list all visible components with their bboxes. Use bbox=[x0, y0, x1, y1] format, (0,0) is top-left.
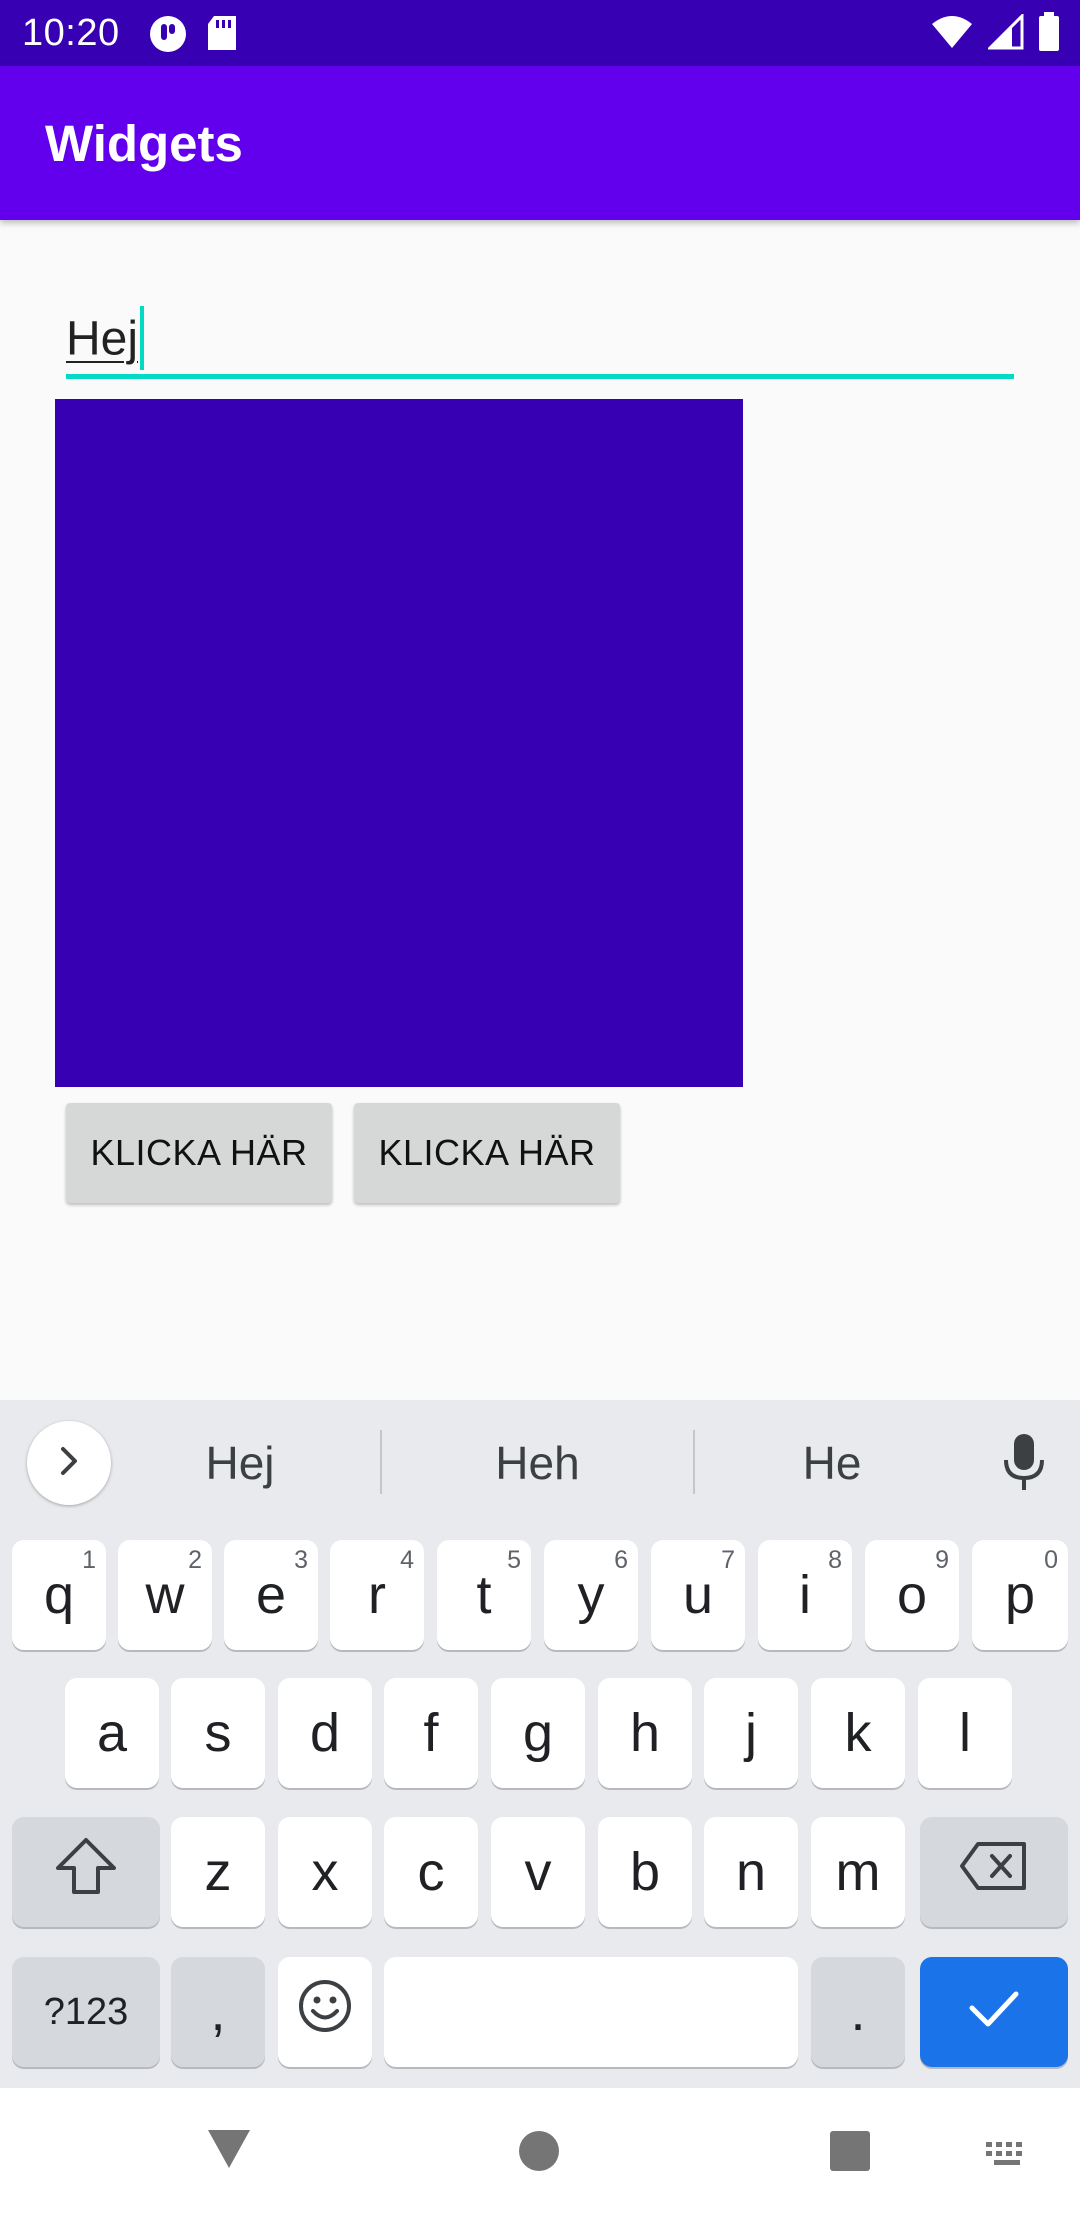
key-label: q bbox=[43, 1565, 75, 1625]
key-hint: 4 bbox=[400, 1546, 414, 1574]
text-input-underline bbox=[66, 374, 1014, 379]
key-c[interactable]: c bbox=[384, 1817, 478, 1927]
key-x[interactable]: x bbox=[278, 1817, 372, 1927]
key-hint: 2 bbox=[188, 1546, 202, 1574]
key-label: w bbox=[145, 1565, 185, 1625]
symbols-key[interactable]: ?123 bbox=[12, 1957, 160, 2067]
key-o[interactable]: o9 bbox=[865, 1540, 959, 1650]
key-z[interactable]: z bbox=[171, 1817, 265, 1927]
app-bar: Widgets bbox=[0, 66, 1080, 220]
click-here-button-1[interactable]: KLICKA HÄR bbox=[66, 1103, 332, 1203]
space-key[interactable] bbox=[384, 1957, 798, 2067]
text-input[interactable]: Hej bbox=[66, 300, 1014, 380]
key-a[interactable]: a bbox=[65, 1678, 159, 1788]
key-m[interactable]: m bbox=[811, 1817, 905, 1927]
sd-card-icon bbox=[206, 14, 238, 59]
app-title: Widgets bbox=[45, 115, 243, 172]
key-d[interactable]: d bbox=[278, 1678, 372, 1788]
checkmark-icon bbox=[966, 1981, 1022, 2043]
backspace-icon bbox=[958, 1840, 1030, 1905]
key-t[interactable]: t5 bbox=[437, 1540, 531, 1650]
back-icon[interactable] bbox=[206, 2128, 252, 2175]
shift-key[interactable] bbox=[12, 1817, 160, 1927]
expand-suggestions-button[interactable] bbox=[27, 1421, 111, 1505]
key-s[interactable]: s bbox=[171, 1678, 265, 1788]
key-h[interactable]: h bbox=[598, 1678, 692, 1788]
key-q[interactable]: q1 bbox=[12, 1540, 106, 1650]
keyboard-switch-icon[interactable] bbox=[984, 2140, 1030, 2175]
key-hint: 3 bbox=[294, 1546, 308, 1574]
key-hint: 5 bbox=[507, 1546, 521, 1574]
text-cursor bbox=[140, 306, 145, 370]
key-label: p bbox=[1004, 1565, 1036, 1625]
key-f[interactable]: f bbox=[384, 1678, 478, 1788]
backspace-key[interactable] bbox=[920, 1817, 1068, 1927]
key-hint: 9 bbox=[935, 1546, 949, 1574]
key-label: o bbox=[896, 1565, 928, 1625]
wifi-icon bbox=[930, 14, 974, 55]
enter-key[interactable] bbox=[920, 1957, 1068, 2067]
key-label: y bbox=[577, 1565, 605, 1625]
assistant-icon bbox=[148, 14, 188, 59]
key-u[interactable]: u7 bbox=[651, 1540, 745, 1650]
shift-icon bbox=[54, 1836, 118, 1909]
suggestion-bar: Hej Heh He bbox=[0, 1400, 1080, 1525]
click-here-button-2[interactable]: KLICKA HÄR bbox=[354, 1103, 620, 1203]
emoji-key[interactable] bbox=[278, 1957, 372, 2067]
microphone-icon[interactable] bbox=[1000, 1432, 1048, 1499]
recents-icon[interactable] bbox=[829, 2130, 871, 2177]
key-hint: 7 bbox=[721, 1546, 735, 1574]
key-v[interactable]: v bbox=[491, 1817, 585, 1927]
key-i[interactable]: i8 bbox=[758, 1540, 852, 1650]
color-box bbox=[55, 399, 743, 1087]
comma-key[interactable]: , bbox=[171, 1957, 265, 2067]
suggestion-divider bbox=[693, 1430, 695, 1494]
key-label: t bbox=[476, 1565, 492, 1625]
suggestion-2[interactable]: Heh bbox=[455, 1428, 620, 1498]
key-w[interactable]: w2 bbox=[118, 1540, 212, 1650]
key-y[interactable]: y6 bbox=[544, 1540, 638, 1650]
key-n[interactable]: n bbox=[704, 1817, 798, 1927]
period-key[interactable]: . bbox=[811, 1957, 905, 2067]
suggestion-divider bbox=[380, 1430, 382, 1494]
text-input-value: Hej bbox=[66, 312, 139, 366]
status-time: 10:20 bbox=[22, 12, 120, 54]
battery-icon bbox=[1038, 12, 1060, 57]
key-hint: 6 bbox=[614, 1546, 628, 1574]
key-hint: 8 bbox=[828, 1546, 842, 1574]
key-label: i bbox=[799, 1565, 811, 1625]
status-bar: 10:20 bbox=[0, 0, 1080, 66]
key-label: r bbox=[368, 1565, 386, 1625]
key-hint: 0 bbox=[1044, 1546, 1058, 1574]
home-icon[interactable] bbox=[518, 2130, 560, 2177]
navigation-bar bbox=[0, 2088, 1080, 2220]
key-b[interactable]: b bbox=[598, 1817, 692, 1927]
key-e[interactable]: e3 bbox=[224, 1540, 318, 1650]
key-g[interactable]: g bbox=[491, 1678, 585, 1788]
key-l[interactable]: l bbox=[918, 1678, 1012, 1788]
soft-keyboard: Hej Heh He q1 w2 e3 r4 t5 y6 u7 i8 o9 p0… bbox=[0, 1400, 1080, 2088]
key-hint: 1 bbox=[82, 1546, 96, 1574]
key-j[interactable]: j bbox=[704, 1678, 798, 1788]
chevron-right-icon bbox=[54, 1443, 84, 1484]
key-label: e bbox=[255, 1565, 287, 1625]
suggestion-1[interactable]: Hej bbox=[160, 1428, 320, 1498]
key-p[interactable]: p0 bbox=[972, 1540, 1068, 1650]
signal-icon bbox=[986, 12, 1024, 55]
key-label: u bbox=[682, 1565, 714, 1625]
key-k[interactable]: k bbox=[811, 1678, 905, 1788]
emoji-icon bbox=[297, 1978, 353, 2047]
key-r[interactable]: r4 bbox=[330, 1540, 424, 1650]
suggestion-3[interactable]: He bbox=[752, 1428, 912, 1498]
